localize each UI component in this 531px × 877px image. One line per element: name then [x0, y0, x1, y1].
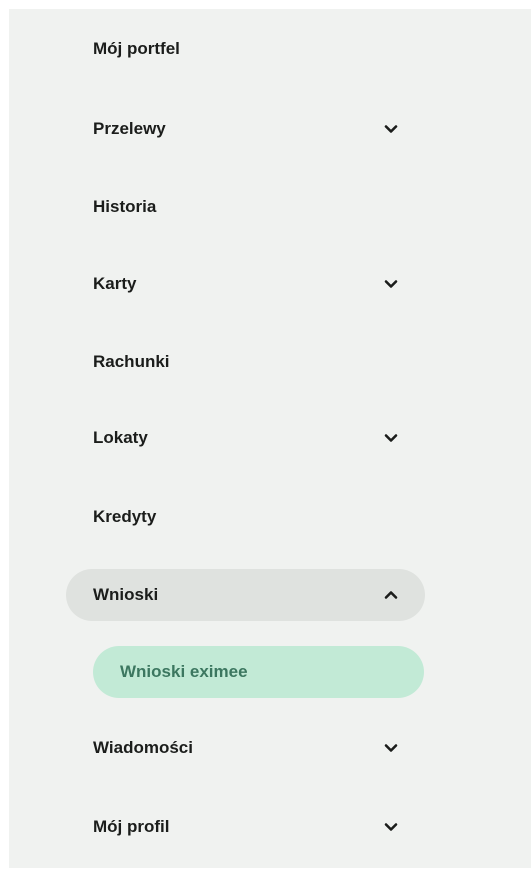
nav-item-label: Przelewy — [93, 119, 166, 138]
nav-item-moj-portfel[interactable]: Mój portfel — [66, 23, 425, 75]
chevron-down-icon — [384, 744, 398, 752]
nav-item-label: Wiadomości — [93, 738, 193, 757]
chevron-up-icon — [384, 591, 398, 599]
nav-item-label: Lokaty — [93, 428, 148, 447]
nav-item-label: Wnioski — [93, 585, 159, 604]
nav-item-historia[interactable]: Historia — [66, 181, 425, 233]
chevron-down-icon — [384, 823, 398, 831]
nav-item-label: Rachunki — [93, 352, 170, 371]
nav-item-moj-profil[interactable]: Mój profil — [66, 801, 425, 853]
nav-item-label: Kredyty — [93, 507, 157, 526]
nav-item-label: Mój profil — [93, 817, 170, 836]
subnav-item-label: Wnioski eximee — [120, 662, 248, 681]
nav-item-label: Karty — [93, 274, 137, 293]
nav-item-karty[interactable]: Karty — [66, 258, 425, 310]
nav-item-rachunki[interactable]: Rachunki — [66, 336, 425, 388]
nav-item-wnioski[interactable]: Wnioski — [66, 569, 425, 621]
nav-item-przelewy[interactable]: Przelewy — [66, 103, 425, 155]
chevron-down-icon — [384, 434, 398, 442]
nav-item-label: Mój portfel — [93, 39, 180, 58]
chevron-down-icon — [384, 280, 398, 288]
nav-item-label: Historia — [93, 197, 157, 216]
nav-item-wiadomosci[interactable]: Wiadomości — [66, 722, 425, 774]
nav-item-kredyty[interactable]: Kredyty — [66, 491, 425, 543]
chevron-down-icon — [384, 125, 398, 133]
nav-item-lokaty[interactable]: Lokaty — [66, 412, 425, 464]
subnav-item-wnioski-eximee[interactable]: Wnioski eximee — [93, 646, 424, 698]
